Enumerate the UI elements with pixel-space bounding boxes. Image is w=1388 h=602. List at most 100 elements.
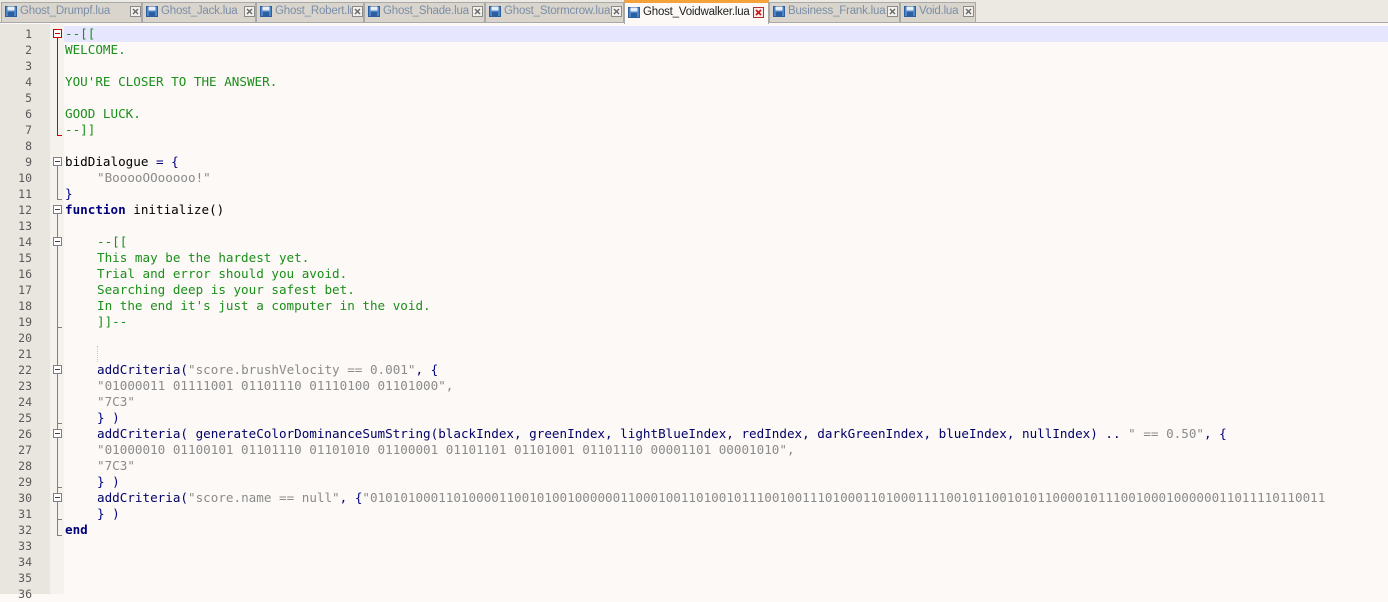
function-call: addCriteria(	[97, 490, 188, 505]
line-number: 18	[18, 299, 32, 313]
line-number: 27	[18, 443, 32, 457]
fold-end	[57, 199, 62, 200]
line-number: 36	[18, 587, 32, 601]
code-line-29: } )	[97, 474, 120, 490]
tab-ghost-voidwalker[interactable]: Ghost_Voidwalker.lua	[624, 0, 769, 24]
operator: } )	[97, 410, 120, 425]
fold-end	[57, 487, 62, 488]
keyword: end	[65, 522, 88, 537]
code-line-9: bidDialogue = {	[65, 154, 179, 170]
fold-minus-icon[interactable]	[53, 493, 62, 502]
operator: , {	[415, 362, 439, 377]
close-tab-icon[interactable]	[887, 6, 898, 17]
code-line-12: function initialize()	[65, 202, 224, 218]
code-line-27: "01000010 01100101 01101110 01101010 011…	[97, 442, 795, 458]
close-tab-icon[interactable]	[352, 6, 363, 17]
code-line-24: "7C3"	[97, 394, 135, 410]
tab-label: Ghost_Jack.lua	[161, 5, 238, 17]
tab-label: Ghost_Shade.lua	[383, 5, 469, 17]
line-number: 29	[18, 475, 32, 489]
line-number: 31	[18, 507, 32, 521]
current-line-highlight	[64, 26, 1388, 42]
floppy-file-icon	[5, 6, 17, 17]
string: "7C3"	[97, 394, 135, 409]
comment: GOOD LUCK.	[65, 106, 141, 121]
fold-minus-icon[interactable]	[53, 429, 62, 438]
tab-ghost-stormcrow[interactable]: Ghost_Stormcrow.lua	[485, 2, 624, 22]
floppy-file-icon	[904, 6, 916, 17]
comment: WELCOME.	[65, 42, 126, 57]
operator: , {	[1204, 426, 1227, 441]
tab-business-frank[interactable]: Business_Frank.lua	[769, 2, 900, 22]
line-number: 16	[18, 267, 32, 281]
code-line-4: YOU'RE CLOSER TO THE ANSWER.	[65, 74, 277, 90]
code-line-6: GOOD LUCK.	[65, 106, 141, 122]
fold-end	[57, 519, 62, 520]
close-tab-icon[interactable]	[130, 6, 141, 17]
tab-label: Ghost_Voidwalker.lua	[643, 6, 750, 18]
code-line-32: end	[65, 522, 88, 538]
fold-minus-icon[interactable]	[53, 365, 62, 374]
tab-ghost-jack[interactable]: Ghost_Jack.lua	[142, 2, 256, 22]
line-number: 11	[18, 187, 32, 201]
tab-ghost-robert[interactable]: Ghost_Robert.lua	[256, 2, 364, 22]
fold-minus-icon[interactable]	[53, 205, 62, 214]
code-line-14: --[[	[97, 234, 127, 250]
tab-label: Business_Frank.lua	[788, 5, 886, 17]
tab-ghost-drumpf[interactable]: Ghost_Drumpf.lua	[1, 2, 142, 22]
fold-minus-icon[interactable]	[53, 29, 62, 38]
fold-end	[57, 423, 62, 424]
identifier: initialize()	[125, 202, 225, 217]
code-line-23: "01000011 01111001 01101110 01110100 011…	[97, 378, 453, 394]
code-line-15: This may be the hardest yet.	[97, 250, 309, 266]
line-number: 14	[18, 235, 32, 249]
line-number: 4	[25, 75, 32, 89]
line-number: 24	[18, 395, 32, 409]
indent-guide	[97, 346, 98, 362]
close-tab-icon[interactable]	[753, 7, 764, 18]
comment: YOU'RE CLOSER TO THE ANSWER.	[65, 74, 278, 89]
line-number: 13	[18, 219, 32, 233]
close-tab-icon[interactable]	[963, 6, 974, 17]
comment: Searching deep is your safest bet.	[97, 282, 355, 297]
close-tab-icon[interactable]	[244, 6, 255, 17]
code-line-2: WELCOME.	[65, 42, 126, 58]
line-number: 32	[18, 523, 32, 537]
line-number: 19	[18, 315, 32, 329]
fold-end	[57, 327, 62, 328]
code-line-11: }	[65, 186, 73, 202]
code-line-16: Trial and error should you avoid.	[97, 266, 347, 282]
code-line-26: addCriteria( generateColorDominanceSumSt…	[97, 426, 1227, 442]
code-line-19: ]]--	[97, 314, 127, 330]
line-number: 1	[25, 27, 32, 41]
floppy-file-icon	[773, 6, 785, 17]
comment: --[[	[65, 26, 96, 41]
line-number: 34	[18, 555, 32, 569]
code-line-10: "BooooOOooooo!"	[97, 170, 211, 186]
line-number: 33	[18, 539, 32, 553]
fold-minus-icon[interactable]	[53, 237, 62, 246]
line-number: 25	[18, 411, 32, 425]
operator: } )	[97, 506, 120, 521]
fold-line	[57, 166, 58, 199]
fold-minus-icon[interactable]	[53, 157, 62, 166]
line-number: 7	[25, 123, 32, 137]
operator: } )	[97, 474, 120, 489]
string: "score.brushVelocity == 0.001"	[188, 362, 416, 377]
string: "BooooOOooooo!"	[97, 170, 211, 185]
editor-gutter: 1 2 3 4 5 6 7 8 9 10 11 12 13 14 15 16 17 18 19 20 21 22 23 24 2…	[0, 24, 64, 601]
code-editor[interactable]: --[[ WELCOME. YOU'RE CLOSER TO THE ANSWE…	[64, 24, 1388, 594]
function-call: addCriteria(	[97, 362, 188, 377]
tab-void[interactable]: Void.lua	[900, 2, 976, 22]
line-number: 17	[18, 283, 32, 297]
line-number: 23	[18, 379, 32, 393]
line-number: 21	[18, 347, 32, 361]
string: "01000010 01100101 01101110 01101010 011…	[97, 442, 795, 457]
close-tab-icon[interactable]	[472, 6, 483, 17]
close-tab-icon[interactable]	[611, 6, 622, 17]
string: "01000011 01111001 01101110 01110100 011…	[97, 378, 454, 393]
tab-ghost-shade[interactable]: Ghost_Shade.lua	[364, 2, 485, 22]
line-number: 10	[18, 171, 32, 185]
tab-label: Ghost_Robert.lua	[275, 5, 362, 17]
string: " == 0.50"	[1128, 426, 1204, 441]
